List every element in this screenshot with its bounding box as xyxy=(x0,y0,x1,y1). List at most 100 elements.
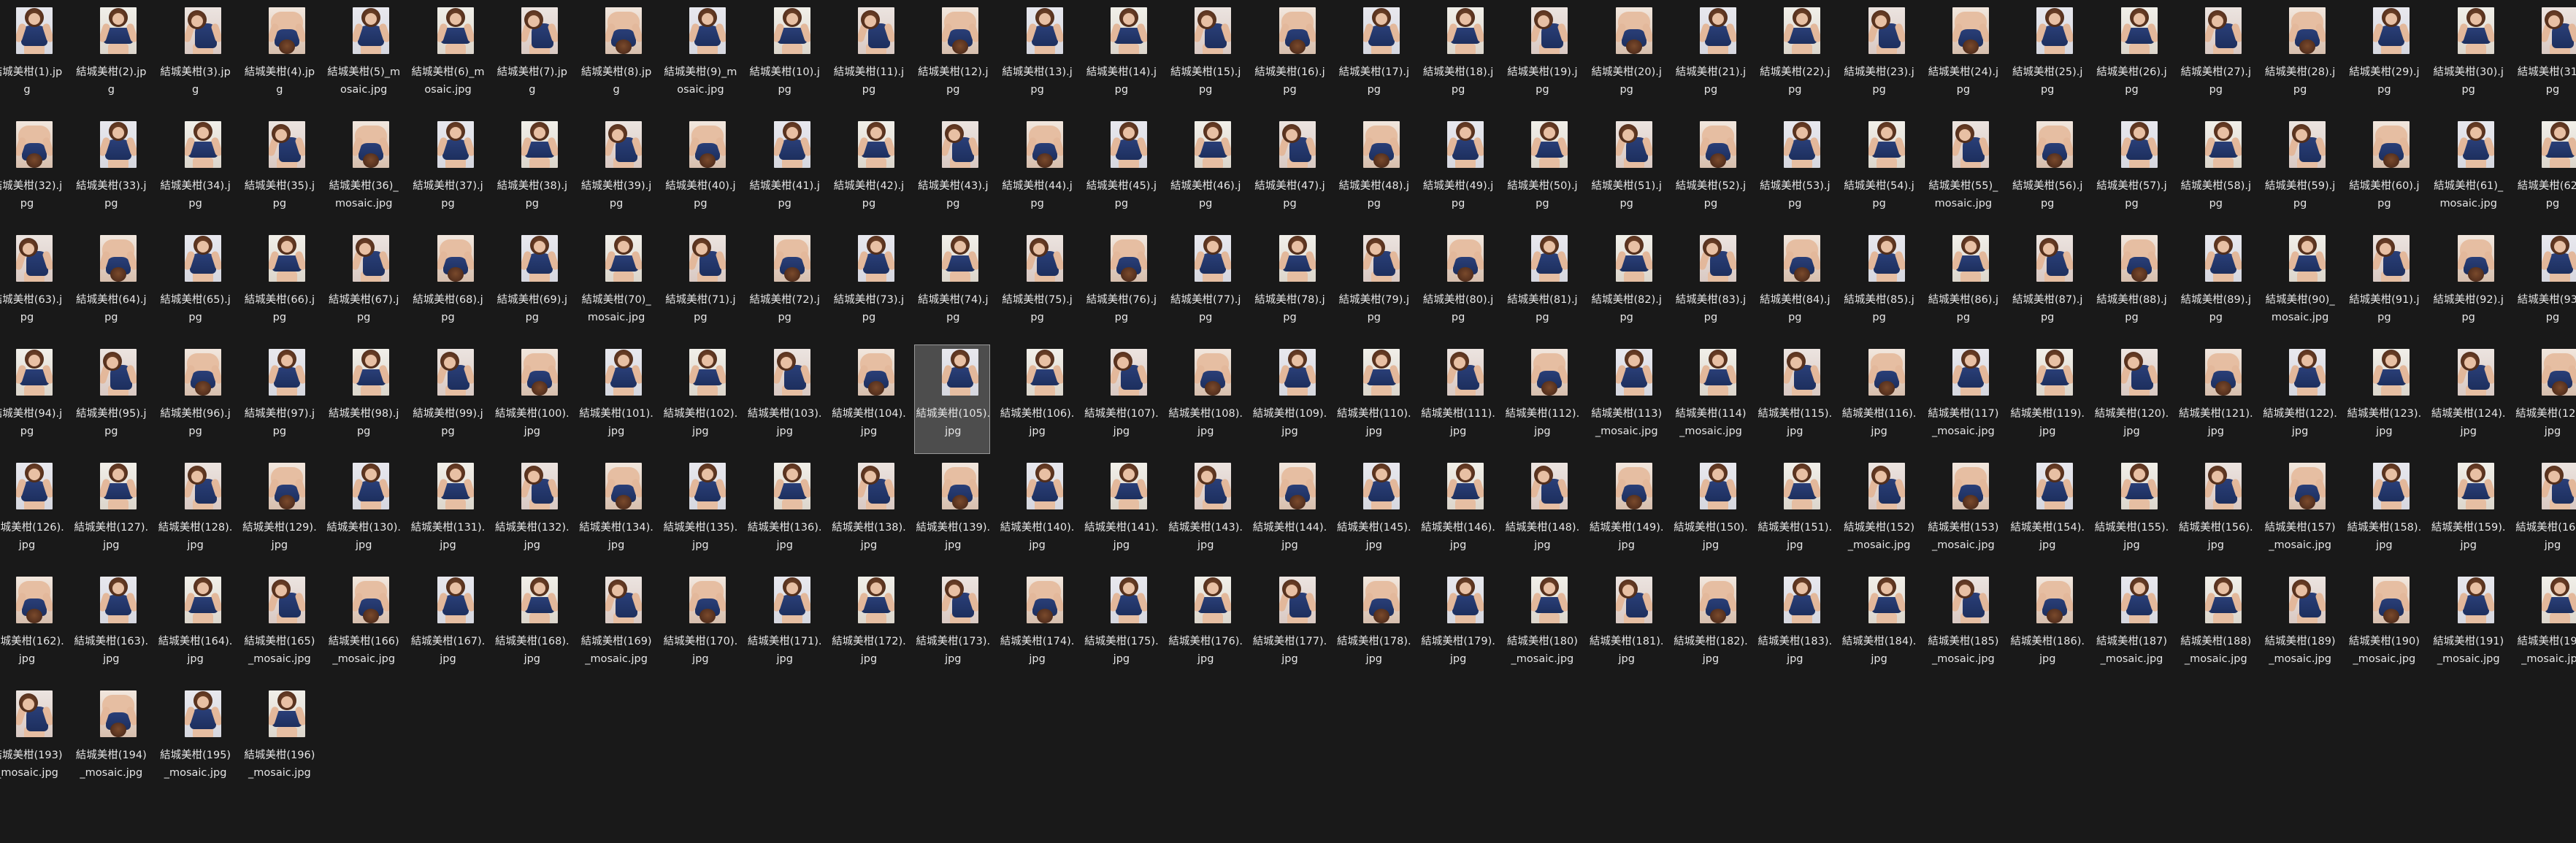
file-item[interactable]: 結城美柑(16).jpg xyxy=(1251,3,1327,112)
file-item[interactable]: 結城美柑(196)_mosaic.jpg xyxy=(241,686,317,796)
file-item[interactable]: 結城美柑(1).jpg xyxy=(0,3,64,112)
file-item[interactable]: 結城美柑(19).jpg xyxy=(1503,3,1579,112)
file-item[interactable]: 結城美柑(5)_mosaic.jpg xyxy=(325,3,401,112)
file-item[interactable]: 結城美柑(155).jpg xyxy=(2093,458,2169,568)
file-item[interactable]: 結城美柑(162).jpg xyxy=(0,572,64,682)
file-item[interactable]: 結城美柑(53).jpg xyxy=(1756,117,1832,226)
file-item[interactable]: 結城美柑(58).jpg xyxy=(2177,117,2253,226)
file-item[interactable]: 結城美柑(18).jpg xyxy=(1419,3,1495,112)
file-item[interactable]: 結城美柑(148).jpg xyxy=(1503,458,1579,568)
file-item[interactable]: 結城美柑(108).jpg xyxy=(1167,344,1243,454)
file-item[interactable]: 結城美柑(60).jpg xyxy=(2345,117,2421,226)
file-item[interactable]: 結城美柑(49).jpg xyxy=(1419,117,1495,226)
file-item[interactable]: 結城美柑(105).jpg xyxy=(914,344,991,454)
file-item[interactable]: 結城美柑(68).jpg xyxy=(410,231,486,340)
file-item[interactable]: 結城美柑(54).jpg xyxy=(1841,117,1917,226)
file-item[interactable]: 結城美柑(130).jpg xyxy=(325,458,401,568)
file-item[interactable]: 結城美柑(78).jpg xyxy=(1251,231,1327,340)
file-item[interactable]: 結城美柑(30).jpg xyxy=(2430,3,2506,112)
file-item[interactable]: 結城美柑(62).jpg xyxy=(2514,117,2576,226)
file-item[interactable]: 結城美柑(120).jpg xyxy=(2093,344,2169,454)
file-item[interactable]: 結城美柑(149).jpg xyxy=(1588,458,1664,568)
file-item[interactable]: 結城美柑(65).jpg xyxy=(157,231,233,340)
file-item[interactable]: 結城美柑(107).jpg xyxy=(1083,344,1159,454)
file-item[interactable]: 結城美柑(159).jpg xyxy=(2430,458,2506,568)
file-item[interactable]: 結城美柑(195)_mosaic.jpg xyxy=(157,686,233,796)
file-item[interactable]: 結城美柑(178).jpg xyxy=(1335,572,1411,682)
file-item[interactable]: 結城美柑(28).jpg xyxy=(2261,3,2337,112)
file-item[interactable]: 結城美柑(69).jpg xyxy=(494,231,570,340)
file-item[interactable]: 結城美柑(55)_mosaic.jpg xyxy=(1925,117,2001,226)
file-item[interactable]: 結城美柑(96).jpg xyxy=(157,344,233,454)
file-item[interactable]: 結城美柑(52).jpg xyxy=(1672,117,1748,226)
file-item[interactable]: 結城美柑(42).jpg xyxy=(830,117,906,226)
file-item[interactable]: 結城美柑(143).jpg xyxy=(1167,458,1243,568)
file-item[interactable]: 結城美柑(106).jpg xyxy=(999,344,1075,454)
file-item[interactable]: 結城美柑(90)_mosaic.jpg xyxy=(2261,231,2337,340)
file-item[interactable]: 結城美柑(83).jpg xyxy=(1672,231,1748,340)
file-item[interactable]: 結城美柑(31).jpg xyxy=(2514,3,2576,112)
file-item[interactable]: 結城美柑(115).jpg xyxy=(1756,344,1832,454)
file-item[interactable]: 結城美柑(35).jpg xyxy=(241,117,317,226)
file-item[interactable]: 結城美柑(12).jpg xyxy=(914,3,990,112)
file-item[interactable]: 結城美柑(131).jpg xyxy=(410,458,486,568)
file-item[interactable]: 結城美柑(158).jpg xyxy=(2345,458,2421,568)
file-item[interactable]: 結城美柑(161).jpg xyxy=(2514,458,2576,568)
file-item[interactable]: 結城美柑(109).jpg xyxy=(1251,344,1327,454)
file-item[interactable]: 結城美柑(103).jpg xyxy=(746,344,822,454)
file-item[interactable]: 結城美柑(117)_mosaic.jpg xyxy=(1925,344,2001,454)
file-item[interactable]: 結城美柑(101).jpg xyxy=(578,344,653,454)
file-item[interactable]: 結城美柑(98).jpg xyxy=(325,344,401,454)
file-item[interactable]: 結城美柑(38).jpg xyxy=(494,117,570,226)
file-item[interactable]: 結城美柑(181).jpg xyxy=(1588,572,1664,682)
file-item[interactable]: 結城美柑(169)_mosaic.jpg xyxy=(578,572,653,682)
file-item[interactable]: 結城美柑(21).jpg xyxy=(1672,3,1748,112)
file-item[interactable]: 結城美柑(177).jpg xyxy=(1251,572,1327,682)
file-item[interactable]: 結城美柑(144).jpg xyxy=(1251,458,1327,568)
file-item[interactable]: 結城美柑(7).jpg xyxy=(494,3,570,112)
file-item[interactable]: 結城美柑(136).jpg xyxy=(746,458,822,568)
file-item[interactable]: 結城美柑(47).jpg xyxy=(1251,117,1327,226)
file-item[interactable]: 結城美柑(128).jpg xyxy=(157,458,233,568)
file-item[interactable]: 結城美柑(153)_mosaic.jpg xyxy=(1925,458,2001,568)
file-item[interactable]: 結城美柑(29).jpg xyxy=(2345,3,2421,112)
file-item[interactable]: 結城美柑(141).jpg xyxy=(1083,458,1159,568)
file-item[interactable]: 結城美柑(190)_mosaic.jpg xyxy=(2345,572,2421,682)
file-item[interactable]: 結城美柑(100).jpg xyxy=(494,344,570,454)
file-item[interactable]: 結城美柑(139).jpg xyxy=(914,458,990,568)
file-item[interactable]: 結城美柑(88).jpg xyxy=(2093,231,2169,340)
file-item[interactable]: 結城美柑(67).jpg xyxy=(325,231,401,340)
file-item[interactable]: 結城美柑(165)_mosaic.jpg xyxy=(241,572,317,682)
file-item[interactable]: 結城美柑(3).jpg xyxy=(157,3,233,112)
file-item[interactable]: 結城美柑(191)_mosaic.jpg xyxy=(2430,572,2506,682)
file-item[interactable]: 結城美柑(175).jpg xyxy=(1083,572,1159,682)
file-item[interactable]: 結城美柑(15).jpg xyxy=(1167,3,1243,112)
file-item[interactable]: 結城美柑(173).jpg xyxy=(914,572,990,682)
file-item[interactable]: 結城美柑(129).jpg xyxy=(241,458,317,568)
file-item[interactable]: 結城美柑(179).jpg xyxy=(1419,572,1495,682)
file-item[interactable]: 結城美柑(26).jpg xyxy=(2093,3,2169,112)
file-item[interactable]: 結城美柑(10).jpg xyxy=(746,3,822,112)
file-item[interactable]: 結城美柑(114)_mosaic.jpg xyxy=(1672,344,1748,454)
file-item[interactable]: 結城美柑(64).jpg xyxy=(72,231,148,340)
file-item[interactable]: 結城美柑(186).jpg xyxy=(2009,572,2085,682)
file-item[interactable]: 結城美柑(23).jpg xyxy=(1841,3,1917,112)
file-item[interactable]: 結城美柑(34).jpg xyxy=(157,117,233,226)
file-item[interactable]: 結城美柑(134).jpg xyxy=(578,458,653,568)
file-item[interactable]: 結城美柑(91).jpg xyxy=(2345,231,2421,340)
file-item[interactable]: 結城美柑(127).jpg xyxy=(72,458,148,568)
file-item[interactable]: 結城美柑(32).jpg xyxy=(0,117,64,226)
file-item[interactable]: 結城美柑(164).jpg xyxy=(157,572,233,682)
file-item[interactable]: 結城美柑(113)_mosaic.jpg xyxy=(1588,344,1664,454)
file-item[interactable]: 結城美柑(132).jpg xyxy=(494,458,570,568)
file-item[interactable]: 結城美柑(45).jpg xyxy=(1083,117,1159,226)
file-item[interactable]: 結城美柑(150).jpg xyxy=(1672,458,1748,568)
file-item[interactable]: 結城美柑(80).jpg xyxy=(1419,231,1495,340)
file-item[interactable]: 結城美柑(40).jpg xyxy=(662,117,737,226)
file-item[interactable]: 結城美柑(87).jpg xyxy=(2009,231,2085,340)
file-item[interactable]: 結城美柑(9)_mosaic.jpg xyxy=(662,3,737,112)
file-item[interactable]: 結城美柑(2).jpg xyxy=(72,3,148,112)
file-item[interactable]: 結城美柑(183).jpg xyxy=(1756,572,1832,682)
file-item[interactable]: 結城美柑(121).jpg xyxy=(2177,344,2253,454)
file-item[interactable]: 結城美柑(25).jpg xyxy=(2009,3,2085,112)
